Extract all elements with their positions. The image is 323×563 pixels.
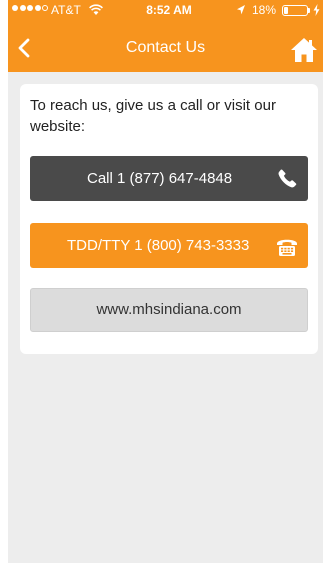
signal-dot (34, 5, 41, 11)
website-button[interactable]: www.mhsindiana.com (30, 288, 308, 332)
signal-dot (27, 5, 33, 11)
tdd-tty-button[interactable]: TDD/TTY 1 (800) 743-3333 (30, 223, 308, 268)
tdd-tty-button-label: TDD/TTY 1 (800) 743-3333 (67, 237, 250, 254)
clock-time: 8:52 AM (146, 3, 192, 17)
screen-edge (0, 0, 8, 563)
battery-tip (308, 8, 310, 13)
page-title: Contact Us (125, 39, 206, 56)
location-icon (237, 5, 245, 15)
battery-level-fill (284, 7, 288, 14)
screen: AT&T 8:52 AM 18% Contact Us To reach us,… (0, 0, 323, 563)
signal-dot (19, 5, 26, 11)
app-window: AT&T 8:52 AM 18% Contact Us To reach us,… (8, 0, 323, 563)
status-bar: AT&T 8:52 AM 18% (8, 0, 323, 22)
carrier-name: AT&T (51, 3, 81, 17)
signal-dot (42, 5, 48, 11)
signal-strength-icon (12, 5, 48, 11)
phone-icon (278, 169, 297, 188)
nav-header: AT&T 8:52 AM 18% Contact Us (8, 0, 323, 72)
contact-card: To reach us, give us a call or visit our… (20, 84, 318, 354)
battery-percentage: 18% (252, 3, 277, 17)
battery-icon (282, 5, 308, 16)
wifi-icon (89, 4, 103, 15)
charging-icon (313, 4, 320, 16)
back-button[interactable] (12, 34, 42, 64)
home-icon (291, 38, 317, 62)
chevron-left-icon (18, 38, 30, 58)
intro-text: To reach us, give us a call or visit our… (30, 97, 276, 135)
call-button-label: Call 1 (877) 647-4848 (87, 170, 233, 187)
home-button[interactable] (290, 36, 320, 66)
call-button[interactable]: Call 1 (877) 647-4848 (30, 156, 308, 201)
website-button-label: www.mhsindiana.com (96, 301, 242, 318)
signal-dot (12, 5, 18, 11)
tty-phone-icon (277, 239, 297, 256)
